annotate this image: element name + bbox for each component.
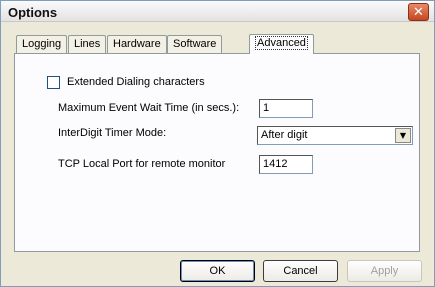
apply-button[interactable]: Apply (347, 260, 422, 282)
tab-lines[interactable]: Lines (68, 35, 107, 53)
title-bar: Options ✕ (1, 1, 434, 22)
tcp-port-label: TCP Local Port for remote monitor (58, 158, 226, 170)
cancel-button[interactable]: Cancel (263, 260, 338, 282)
tab-advanced-label: Advanced (255, 36, 308, 50)
extended-dialing-checkbox[interactable] (47, 76, 60, 89)
ok-button[interactable]: OK (180, 260, 255, 282)
close-icon[interactable]: ✕ (408, 3, 429, 21)
chevron-down-icon[interactable]: ▼ (395, 128, 411, 143)
interdigit-selected-value: After digit (261, 129, 308, 141)
tab-logging[interactable]: Logging (16, 35, 68, 53)
extended-dialing-label: Extended Dialing characters (67, 76, 205, 88)
tcp-port-input[interactable]: 1412 (259, 155, 313, 174)
tab-logging-label: Logging (22, 38, 62, 50)
apply-button-label: Apply (370, 265, 399, 277)
max-wait-input[interactable]: 1 (259, 99, 313, 118)
cancel-button-label: Cancel (283, 265, 318, 277)
tab-advanced[interactable]: Advanced (249, 34, 314, 54)
ok-button-label: OK (209, 265, 226, 277)
tab-hardware-label: Hardware (113, 38, 161, 50)
interdigit-label: InterDigit Timer Mode: (58, 127, 167, 139)
tab-hardware[interactable]: Hardware (107, 35, 167, 53)
max-wait-label: Maximum Event Wait Time (in secs.): (58, 102, 240, 114)
tab-software-label: Software (173, 38, 217, 50)
dialog-title: Options (8, 5, 58, 20)
tab-software[interactable]: Software (167, 35, 223, 53)
interdigit-select[interactable]: After digit ▼ (257, 126, 413, 145)
tab-lines-label: Lines (74, 38, 101, 50)
options-dialog: Options ✕ Logging Lines Hardware Softwar… (0, 0, 435, 287)
